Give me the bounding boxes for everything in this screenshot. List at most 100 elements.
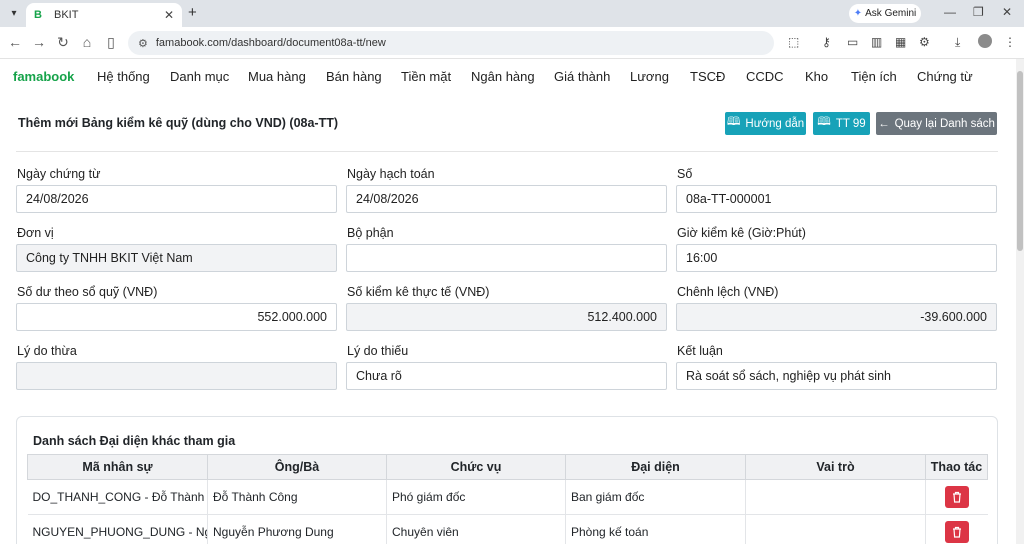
- ly-do-thieu-field[interactable]: Chưa rõ: [346, 362, 667, 390]
- new-tab-icon[interactable]: +: [188, 4, 197, 21]
- translate-icon[interactable]: ▦: [895, 35, 906, 49]
- gemini-icon: ✦: [853, 8, 863, 19]
- ngay-chung-tu-field[interactable]: 24/08/2026: [16, 185, 337, 213]
- cell-ma-nhan-su[interactable]: DO_THANH_CONG - Đỗ Thành Công: [27, 479, 208, 515]
- col-header-ma-nhan-su: Mã nhân sự: [27, 454, 208, 480]
- chenh-lech-label: Chênh lệch (VNĐ): [677, 285, 779, 299]
- browser-tab-bar: ▾ B BKIT ✕ + ✦ Ask Gemini — ❐ ✕: [0, 0, 1024, 27]
- trash-icon: [952, 526, 961, 538]
- chenh-lech-field: -39.600.000: [676, 303, 997, 331]
- url-field[interactable]: ⚙ famabook.com/dashboard/document08a-tt/…: [128, 31, 774, 55]
- tt99-button-label: TT 99: [835, 117, 866, 130]
- password-key-icon[interactable]: ⚷: [822, 35, 831, 49]
- extension-puzzle-icon[interactable]: ⚙: [919, 35, 930, 49]
- restore-icon[interactable]: ❐: [973, 5, 984, 19]
- cell-thao-tac: [925, 514, 988, 544]
- back-button-label: Quay lại Danh sách: [894, 117, 995, 130]
- cell-dai-dien: Ban giám đốc: [565, 479, 746, 515]
- browser-tab[interactable]: B BKIT ✕: [26, 3, 182, 27]
- cell-ong-ba: Đỗ Thành Công: [207, 479, 387, 515]
- table-row: NGUYEN_PHUONG_DUNG - Nguyễn Phương Dung …: [27, 514, 988, 544]
- col-header-vai-tro: Vai trò: [745, 454, 926, 480]
- ly-do-thua-label: Lý do thừa: [17, 344, 77, 358]
- ngay-chung-tu-label: Ngày chứng từ: [17, 167, 101, 181]
- nav-gia-thanh[interactable]: Giá thành: [554, 69, 610, 84]
- arrow-left-icon: ←: [878, 117, 890, 130]
- payment-card-icon[interactable]: ▭: [847, 35, 858, 49]
- gio-kiem-ke-label: Giờ kiểm kê (Giờ:Phút): [677, 226, 806, 240]
- url-text: famabook.com/dashboard/document08a-tt/ne…: [155, 37, 386, 49]
- ly-do-thieu-label: Lý do thiếu: [347, 344, 409, 358]
- trash-icon: [952, 491, 961, 503]
- nav-tscd[interactable]: TSCĐ: [690, 69, 725, 84]
- page-title: Thêm mới Bảng kiểm kê quỹ (dùng cho VND)…: [18, 116, 339, 130]
- so-du-so-quy-label: Số dư theo sổ quỹ (VNĐ): [17, 285, 158, 299]
- col-header-thao-tac: Thao tác: [925, 454, 988, 480]
- nav-ban-hang[interactable]: Bán hàng: [326, 69, 382, 84]
- ngay-hach-toan-field[interactable]: 24/08/2026: [346, 185, 667, 213]
- nav-tien-ich[interactable]: Tiện ích: [851, 69, 897, 84]
- reading-list-icon[interactable]: ▯: [102, 34, 120, 51]
- bo-phan-field[interactable]: [346, 244, 667, 272]
- tab-search-icon[interactable]: ▾: [6, 5, 22, 21]
- nav-chung-tu[interactable]: Chứng từ: [917, 69, 973, 84]
- reload-icon[interactable]: ↻: [54, 34, 72, 51]
- download-icon[interactable]: ⤓: [955, 35, 960, 50]
- col-header-chuc-vu: Chức vụ: [386, 454, 566, 480]
- participants-table: Mã nhân sự Ông/Bà Chức vụ Đại diện Vai t…: [27, 454, 988, 544]
- page-scrollbar[interactable]: [1016, 59, 1024, 544]
- table-header-row: Mã nhân sự Ông/Bà Chức vụ Đại diện Vai t…: [27, 454, 988, 480]
- ask-gemini-button[interactable]: ✦ Ask Gemini: [849, 4, 921, 23]
- cell-ong-ba: Nguyễn Phương Dung: [207, 514, 387, 544]
- nav-danh-muc[interactable]: Danh mục: [170, 69, 229, 84]
- so-kiem-ke-field: 512.400.000: [346, 303, 667, 331]
- extensions-icon[interactable]: ⬚: [788, 35, 799, 49]
- close-tab-icon[interactable]: ✕: [164, 8, 174, 22]
- nav-kho[interactable]: Kho: [805, 69, 828, 84]
- back-to-list-button[interactable]: ← Quay lại Danh sách: [876, 112, 997, 135]
- nav-mua-hang[interactable]: Mua hàng: [248, 69, 306, 84]
- nav-ngan-hang[interactable]: Ngân hàng: [471, 69, 535, 84]
- header-divider: [16, 151, 998, 152]
- more-menu-icon[interactable]: ⋮: [1004, 35, 1016, 49]
- nav-luong[interactable]: Lương: [630, 69, 669, 84]
- cell-vai-tro[interactable]: [745, 514, 926, 544]
- cell-ma-nhan-su[interactable]: NGUYEN_PHUONG_DUNG - Nguyễn Phương Dung: [27, 514, 208, 544]
- minimize-icon[interactable]: —: [944, 5, 956, 19]
- ngay-hach-toan-label: Ngày hạch toán: [347, 167, 435, 181]
- scrollbar-thumb[interactable]: [1017, 71, 1023, 251]
- nav-he-thong[interactable]: Hệ thống: [97, 69, 150, 84]
- nav-ccdc[interactable]: CCDC: [746, 69, 784, 84]
- nav-tien-mat[interactable]: Tiền mặt: [401, 69, 451, 84]
- table-row: DO_THANH_CONG - Đỗ Thành Công Đỗ Thành C…: [27, 479, 988, 515]
- don-vi-field: Công ty TNHH BKIT Việt Nam: [16, 244, 337, 272]
- gio-kiem-ke-field[interactable]: 16:00: [676, 244, 997, 272]
- so-kiem-ke-label: Số kiểm kê thực tế (VNĐ): [347, 285, 490, 299]
- so-du-so-quy-field[interactable]: 552.000.000: [16, 303, 337, 331]
- tt99-button[interactable]: 🕮 TT 99: [813, 112, 870, 135]
- close-window-icon[interactable]: ✕: [1002, 5, 1012, 19]
- ket-luan-label: Kết luận: [677, 344, 723, 358]
- so-label: Số: [677, 167, 693, 181]
- cell-vai-tro[interactable]: [745, 479, 926, 515]
- main-nav: famabook Hệ thống Danh mục Mua hàng Bán …: [0, 59, 1016, 95]
- delete-row-button[interactable]: [944, 521, 969, 543]
- bo-phan-label: Bộ phận: [347, 226, 394, 240]
- forward-icon[interactable]: →: [30, 34, 48, 50]
- reader-icon[interactable]: ▥: [871, 35, 882, 49]
- ket-luan-field[interactable]: Rà soát sổ sách, nghiệp vụ phát sinh: [676, 362, 997, 390]
- home-icon[interactable]: ⌂: [78, 34, 96, 50]
- participants-title: Danh sách Đại diện khác tham gia: [33, 434, 236, 448]
- guide-button[interactable]: 🕮 Hướng dẫn: [725, 112, 806, 135]
- back-icon[interactable]: ←: [6, 34, 24, 50]
- delete-row-button[interactable]: [944, 486, 969, 508]
- don-vi-label: Đơn vị: [17, 226, 54, 240]
- profile-avatar[interactable]: [978, 34, 992, 48]
- cell-thao-tac: [925, 479, 988, 515]
- so-field[interactable]: 08a-TT-000001: [676, 185, 997, 213]
- col-header-ong-ba: Ông/Bà: [207, 454, 387, 480]
- gemini-label: Ask Gemini: [865, 8, 917, 19]
- cell-chuc-vu: Chuyên viên: [386, 514, 566, 544]
- site-info-icon[interactable]: ⚙: [138, 37, 148, 50]
- brand-logo[interactable]: famabook: [13, 69, 74, 84]
